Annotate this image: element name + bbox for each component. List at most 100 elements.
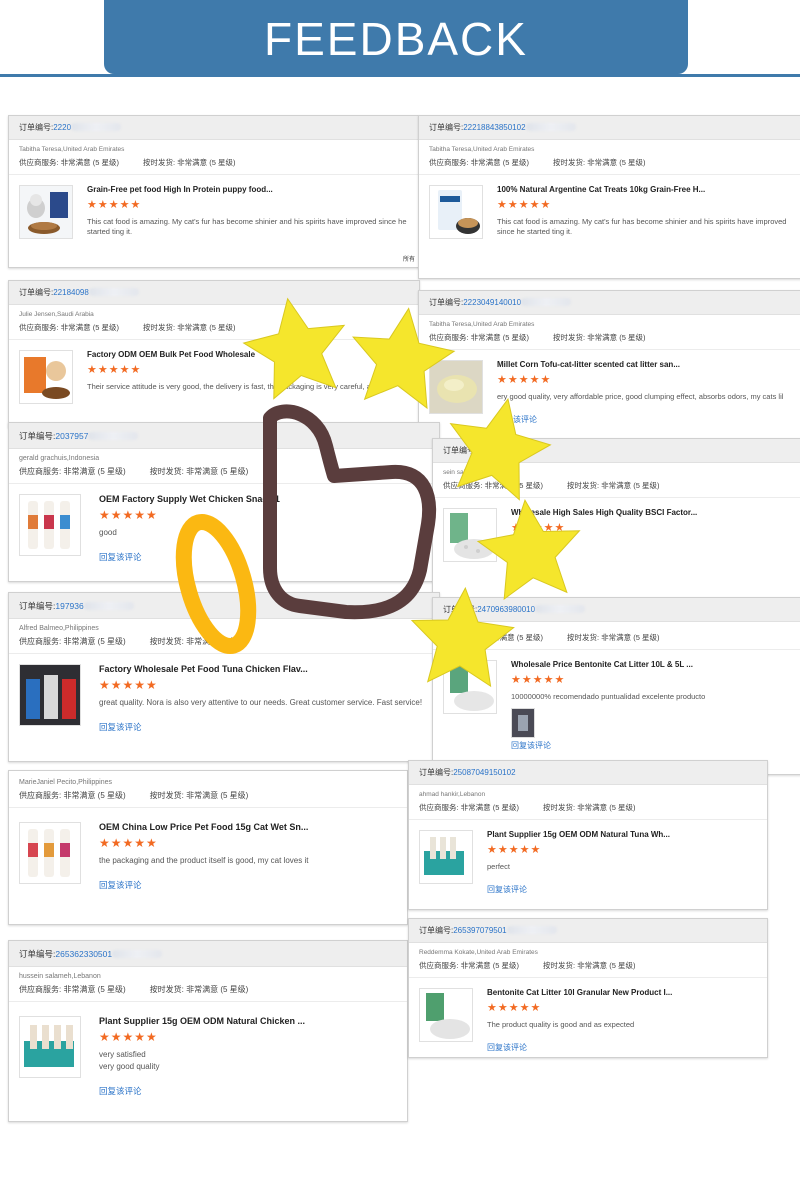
product-title[interactable]: Factory ODM OEM Bulk Pet Food Wholesale [87,350,409,359]
order-number[interactable]: 265362330501 [55,949,112,959]
product-review: Wholesale High Sales High Quality BSCI F… [433,498,800,562]
product-thumbnail[interactable] [19,822,81,884]
supplier-service-rating: 供应商服务: 非常满意 (5 星级) [419,961,520,970]
buyer-name: Julie Jensen,Saudi Arabia [19,311,94,318]
product-thumbnail[interactable] [419,830,473,884]
supplier-service-rating: 供应商服务: 非常满意 (5 星级) [19,323,120,332]
product-thumbnail[interactable] [19,185,73,239]
product-title[interactable]: Grain-Free pet food High In Protein pupp… [87,185,409,194]
product-title[interactable]: Factory Wholesale Pet Food Tuna Chicken … [99,664,429,674]
supplier-service-rating: 供应商服务: 非常满意 (5 星级) [19,467,126,476]
product-review: Bentonite Cat Litter 10l Granular New Pr… [409,978,767,1057]
review-comment: Their service attitude is very good, the… [87,382,390,391]
banner-divider [0,74,800,77]
order-header: 订单编号:2518 [433,439,800,463]
reply-link[interactable]: 回复该评论 [487,884,757,895]
buyer-name: sein salameh,Le [443,469,491,476]
star-rating: ★★★★★ [99,836,158,850]
order-number-label: 订单编号: [429,298,464,307]
more-link[interactable]: 所有 [403,254,415,263]
order-number[interactable]: 2220 [53,123,71,132]
order-number[interactable]: 2223049140010 [463,298,521,307]
product-title[interactable]: Millet Corn Tofu-cat-litter scented cat … [497,360,792,369]
rating-summary: 供应商服务: 非常满意 (5 星级) 按时发货: 非常满意 (5 星级) [9,632,439,654]
supplier-service-rating: 供应商服务: 非常满意 (5 星级) [19,637,126,646]
reply-link[interactable]: 回复该评论 [99,879,397,891]
redacted-mark [88,432,139,440]
product-title[interactable]: 100% Natural Argentine Cat Treats 10kg G… [497,185,792,194]
order-number-label: 订单编号: [419,768,454,777]
product-review: OEM China Low Price Pet Food 15g Cat Wet… [9,808,407,899]
order-number[interactable]: 265397079501 [453,926,506,935]
redacted-mark [535,605,586,613]
supplier-service-rating: 供应商服务: 非常满意 (5 星级) [19,791,126,800]
order-header: 订单编号:22184098 [9,281,419,305]
order-number[interactable]: 197936 [55,601,83,611]
product-thumbnail[interactable] [443,660,497,714]
product-title[interactable]: OEM Factory Supply Wet Chicken Snack 1 [99,494,429,504]
product-thumbnail[interactable] [419,988,473,1042]
review-card: 订单编号:2037957 gerald grachuis,Indonesia 供… [8,422,440,582]
rating-summary: 供应商服务: 非常满意 (5 星级) 按时发货: 非常满意 (5 星级) [9,318,419,340]
reply-link[interactable]: 回复该评论 [99,1085,397,1097]
product-thumbnail[interactable] [19,350,73,404]
supplier-service-rating: 供应商服务: 非常满意 (5 星级) [419,803,520,812]
product-thumbnail[interactable] [429,360,483,414]
reply-link[interactable]: 回复该评论 [511,740,792,751]
star-rating: ★★★★★ [99,508,158,522]
star-rating: ★★★★★ [497,199,552,211]
reply-link[interactable]: 回复该评论 [487,1042,757,1053]
review-comment: the packaging and the product itself is … [99,856,309,865]
order-number-label: 订单编号: [19,288,54,297]
order-header: 订单编号:265397079501 [409,919,767,943]
review-card: 订单编号:2223049140010 Tabitha Teresa,United… [418,290,800,440]
product-title[interactable]: Bentonite Cat Litter 10l Granular New Pr… [487,988,757,997]
product-thumbnail[interactable] [19,494,81,556]
review-card: MarieJaniel Pecito,Philippines 供应商服务: 非常… [8,770,408,925]
product-title[interactable]: Wholesale Price Bentonite Cat Litter 10L… [511,660,792,669]
redacted-mark [521,298,572,306]
product-title[interactable]: Plant Supplier 15g OEM ODM Natural Tuna … [487,830,757,839]
buyer-name: Tabitha Teresa,United Arab Emirates [429,146,535,153]
product-title[interactable]: Wholesale High Sales High Quality BSCI F… [511,508,792,517]
star-rating: ★★★★★ [99,1030,158,1044]
order-number-label: 订单编号: [19,431,56,441]
order-number[interactable]: 2037957 [55,431,88,441]
product-thumbnail[interactable] [443,508,497,562]
order-number-label: 订单编号: [19,949,56,959]
order-number[interactable]: 22218843850102 [463,123,525,132]
order-header: 订单编号:2220 [9,116,419,140]
order-number[interactable]: 25087049150102 [453,768,515,777]
redacted-mark [88,288,139,296]
order-number-label: 订单编号: [19,123,54,132]
feedback-banner: FEEDBACK [104,0,688,74]
review-comment: ve [511,540,519,549]
product-thumbnail[interactable] [429,185,483,239]
order-number[interactable]: 22184098 [53,288,89,297]
product-title[interactable]: Plant Supplier 15g OEM ODM Natural Chick… [99,1016,397,1026]
order-header: 订单编号:25087049150102 [409,761,767,785]
buyer-name: Reddemma Kokate,United Arab Emirates [419,949,538,956]
order-header: 订单编号:2223049140010 [419,291,800,315]
buyer-name: Tabitha Teresa,United Arab Emirates [429,321,535,328]
star-rating: ★★★★★ [87,199,142,211]
product-thumbnail[interactable] [19,1016,81,1078]
shipping-rating: 按时发货: 非常满意 (5 星级) [149,985,249,994]
buyer-name: hussein salameh,Lebanon [19,973,101,980]
review-photo[interactable] [511,708,535,738]
buyer-name: ahmad hankir,Lebanon [419,791,486,798]
order-number[interactable]: 2518 [477,446,495,455]
order-header: 订单编号:22218843850102 [419,116,800,140]
reply-link[interactable]: 回复该评论 [497,414,792,425]
order-header: 订单编号:265362330501 [9,941,407,967]
order-number[interactable]: 2470963980010 [477,605,535,614]
shipping-rating: 按时发货: 非常满意 (5 星级) [567,633,660,642]
review-card: 订单编号:265362330501 hussein salameh,Lebano… [8,940,408,1122]
reply-link[interactable]: 回复该评论 [99,721,429,733]
product-thumbnail[interactable] [19,664,81,726]
shipping-rating: 按时发货: 非常满意 (5 星级) [553,158,646,167]
order-number-label: 订单编号: [19,601,56,611]
reply-link[interactable]: 回复该评论 [99,551,429,563]
rating-summary: 供应商服务: 非常满意 (5 星级) 按时发货: 非常满意 (5 星级) [9,153,419,175]
product-title[interactable]: OEM China Low Price Pet Food 15g Cat Wet… [99,822,397,832]
